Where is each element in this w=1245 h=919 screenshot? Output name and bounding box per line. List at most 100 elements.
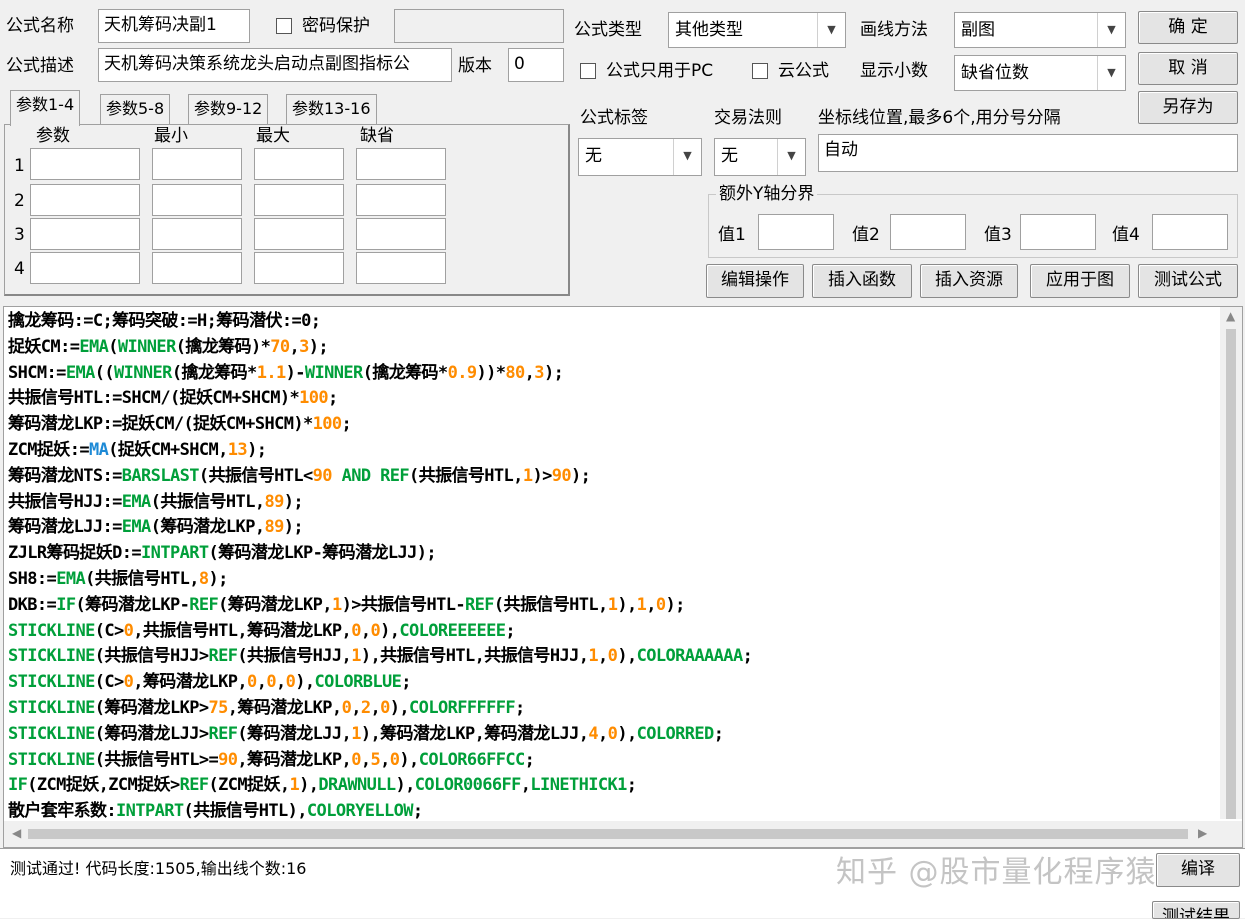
test-formula-button[interactable]: 测试公式 (1138, 264, 1238, 298)
param-default-input[interactable] (356, 252, 446, 284)
code-token: , (598, 723, 608, 744)
coord-input[interactable]: 自动 (818, 134, 1238, 172)
code-token: ))* (476, 362, 506, 383)
y2-input[interactable] (890, 214, 966, 250)
draw-select[interactable]: 副图 ▼ (954, 12, 1126, 48)
param-default-input[interactable] (356, 218, 446, 250)
decimals-select[interactable]: 缺省位数 ▼ (954, 55, 1126, 91)
code-line[interactable]: ZCM捉妖:=MA(捉妖CM+SHCM,13); (8, 438, 1218, 464)
code-token: 筹码潜龙LKP:=捉妖CM/(捉妖CM+SHCM)* (8, 414, 313, 435)
code-token: 擒龙筹码:=C;筹码突破:=H;筹码潜伏:=0; (8, 311, 321, 331)
tab-params-13-16[interactable]: 参数13-16 (286, 94, 377, 124)
param-name-input[interactable] (30, 184, 140, 216)
param-default-input[interactable] (356, 148, 446, 180)
y1-input[interactable] (758, 214, 834, 250)
code-line[interactable]: 擒龙筹码:=C;筹码突破:=H;筹码潜伏:=0; (8, 309, 1218, 335)
chevron-down-icon[interactable]: ▼ (777, 139, 805, 175)
code-line[interactable]: STICKLINE(C>0,共振信号HTL,筹码潜龙LKP,0,0),COLOR… (8, 619, 1218, 645)
cancel-button[interactable]: 取 消 (1138, 52, 1238, 85)
insert-function-button[interactable]: 插入函数 (812, 264, 912, 298)
code-token: ), (380, 620, 400, 641)
code-line[interactable]: 捉妖CM:=EMA(WINNER(擒龙筹码)*70,3); (8, 335, 1218, 361)
param-default-input[interactable] (356, 184, 446, 216)
param-name-input[interactable] (30, 218, 140, 250)
name-input[interactable]: 天机筹码决副1 (98, 9, 250, 43)
y3-input[interactable] (1020, 214, 1096, 250)
scroll-right-icon[interactable]: ▶ (1198, 826, 1207, 840)
tab-params-9-12[interactable]: 参数9-12 (188, 94, 269, 124)
code-token: 90 (551, 465, 572, 486)
compile-button[interactable]: 编译 (1156, 853, 1240, 887)
code-line[interactable]: 筹码潜龙LKP:=捉妖CM/(捉妖CM+SHCM)*100; (8, 412, 1218, 438)
code-line[interactable]: STICKLINE(筹码潜龙LJJ>REF(筹码潜龙LJJ,1),筹码潜龙LKP… (8, 722, 1218, 748)
ok-button[interactable]: 确 定 (1138, 11, 1238, 44)
param-max-input[interactable] (254, 184, 344, 216)
tag-select[interactable]: 无 ▼ (578, 138, 702, 176)
tab-params-1-4[interactable]: 参数1-4 (10, 90, 81, 126)
code-line[interactable]: 共振信号HTL:=SHCM/(捉妖CM+SHCM)*100; (8, 386, 1218, 412)
insert-resource-button[interactable]: 插入资源 (920, 264, 1018, 298)
pc-only-checkbox[interactable] (580, 63, 596, 79)
param-name-input[interactable] (30, 252, 140, 284)
chevron-down-icon[interactable]: ▼ (1097, 56, 1125, 90)
code-token: (( (94, 362, 115, 383)
desc-input[interactable]: 天机筹码决策系统龙头启动点副图指标公 (98, 48, 452, 82)
code-line[interactable]: IF(ZCM捉妖,ZCM捉妖>REF(ZCM捉妖,1),DRAWNULL),CO… (8, 773, 1218, 799)
scroll-left-icon[interactable]: ◀ (12, 826, 21, 840)
chevron-down-icon[interactable]: ▼ (673, 139, 701, 175)
code-token: (ZCM捉妖,ZCM捉妖> (27, 775, 180, 796)
code-line[interactable]: DKB:=IF(筹码潜龙LKP-REF(筹码潜龙LKP,1)>共振信号HTL-R… (8, 593, 1218, 619)
param-max-input[interactable] (254, 148, 344, 180)
code-token: , (598, 646, 608, 667)
vertical-scrollbar[interactable]: ▲ (1220, 307, 1242, 819)
code-line[interactable]: STICKLINE(筹码潜龙LKP>75,筹码潜龙LKP,0,2,0),COLO… (8, 696, 1218, 722)
param-min-input[interactable] (152, 148, 242, 180)
param-min-input[interactable] (152, 218, 242, 250)
apply-to-chart-button[interactable]: 应用于图 (1030, 264, 1130, 298)
code-line[interactable]: 散户套牢系数:INTPART(共振信号HTL),COLORYELLOW; (8, 799, 1218, 821)
test-result-button[interactable]: 测试结果 (1152, 901, 1240, 919)
rule-select[interactable]: 无 ▼ (714, 138, 806, 176)
param-max-input[interactable] (254, 252, 344, 284)
cloud-checkbox[interactable] (752, 63, 768, 79)
param-row-number: 4 (14, 259, 25, 279)
code-token: DKB:= (8, 594, 57, 615)
y4-input[interactable] (1152, 214, 1228, 250)
chevron-down-icon[interactable]: ▼ (817, 13, 845, 47)
code-content[interactable]: 擒龙筹码:=C;筹码突破:=H;筹码潜伏:=0; 捉妖CM:=EMA(WINNER… (8, 309, 1218, 821)
code-line[interactable]: STICKLINE(共振信号HTL>=90,筹码潜龙LKP,0,5,0),COL… (8, 748, 1218, 774)
rule-label: 交易法则 (714, 108, 782, 128)
code-line[interactable]: 筹码潜龙LJJ:=EMA(筹码潜龙LKP,89); (8, 515, 1218, 541)
horizontal-scrollbar[interactable]: ◀ ▶ (4, 821, 1242, 847)
version-input[interactable]: 0 (508, 48, 564, 82)
code-token: STICKLINE (8, 620, 95, 641)
code-line[interactable]: STICKLINE(共振信号HJJ>REF(共振信号HJJ,1),共振信号HTL… (8, 644, 1218, 670)
param-max-input[interactable] (254, 218, 344, 250)
code-token: (共振信号HTL, (150, 491, 265, 512)
code-line[interactable]: 筹码潜龙NTS:=BARSLAST(共振信号HTL<90 AND REF(共振信… (8, 464, 1218, 490)
pc-only-label: 公式只用于PC (606, 61, 714, 81)
chevron-down-icon[interactable]: ▼ (1097, 13, 1125, 47)
code-token: COLORYELLOW (306, 801, 414, 821)
code-token: COLOREEEEEE (399, 620, 506, 641)
param-name-input[interactable] (30, 148, 140, 180)
tab-params-5-8[interactable]: 参数5-8 (100, 94, 171, 124)
vertical-scroll-thumb[interactable] (1226, 329, 1236, 819)
password-input[interactable] (394, 9, 564, 43)
code-line[interactable]: STICKLINE(C>0,筹码潜龙LKP,0,0,0),COLORBLUE; (8, 670, 1218, 696)
scroll-up-icon[interactable]: ▲ (1226, 309, 1235, 323)
code-token: 1 (522, 465, 533, 486)
code-editor[interactable]: 擒龙筹码:=C;筹码突破:=H;筹码潜伏:=0; 捉妖CM:=EMA(WINNER… (3, 306, 1243, 848)
code-line[interactable]: SH8:=EMA(共振信号HTL,8); (8, 567, 1218, 593)
code-line[interactable]: ZJLR筹码捉妖D:=INTPART(筹码潜龙LKP-筹码潜龙LJJ); (8, 541, 1218, 567)
code-line[interactable]: SHCM:=EMA((WINNER(擒龙筹码*1.1)-WINNER(擒龙筹码*… (8, 361, 1218, 387)
password-checkbox[interactable] (276, 18, 292, 34)
type-select[interactable]: 其他类型 ▼ (668, 12, 846, 48)
param-min-input[interactable] (152, 184, 242, 216)
param-min-input[interactable] (152, 252, 242, 284)
save-as-button[interactable]: 另存为 (1138, 91, 1238, 124)
code-line[interactable]: 共振信号HJJ:=EMA(共振信号HTL,89); (8, 490, 1218, 516)
code-token: COLOR0066FF (414, 775, 522, 796)
edit-ops-button[interactable]: 编辑操作 (706, 264, 804, 298)
horizontal-scroll-thumb[interactable] (28, 829, 1188, 839)
